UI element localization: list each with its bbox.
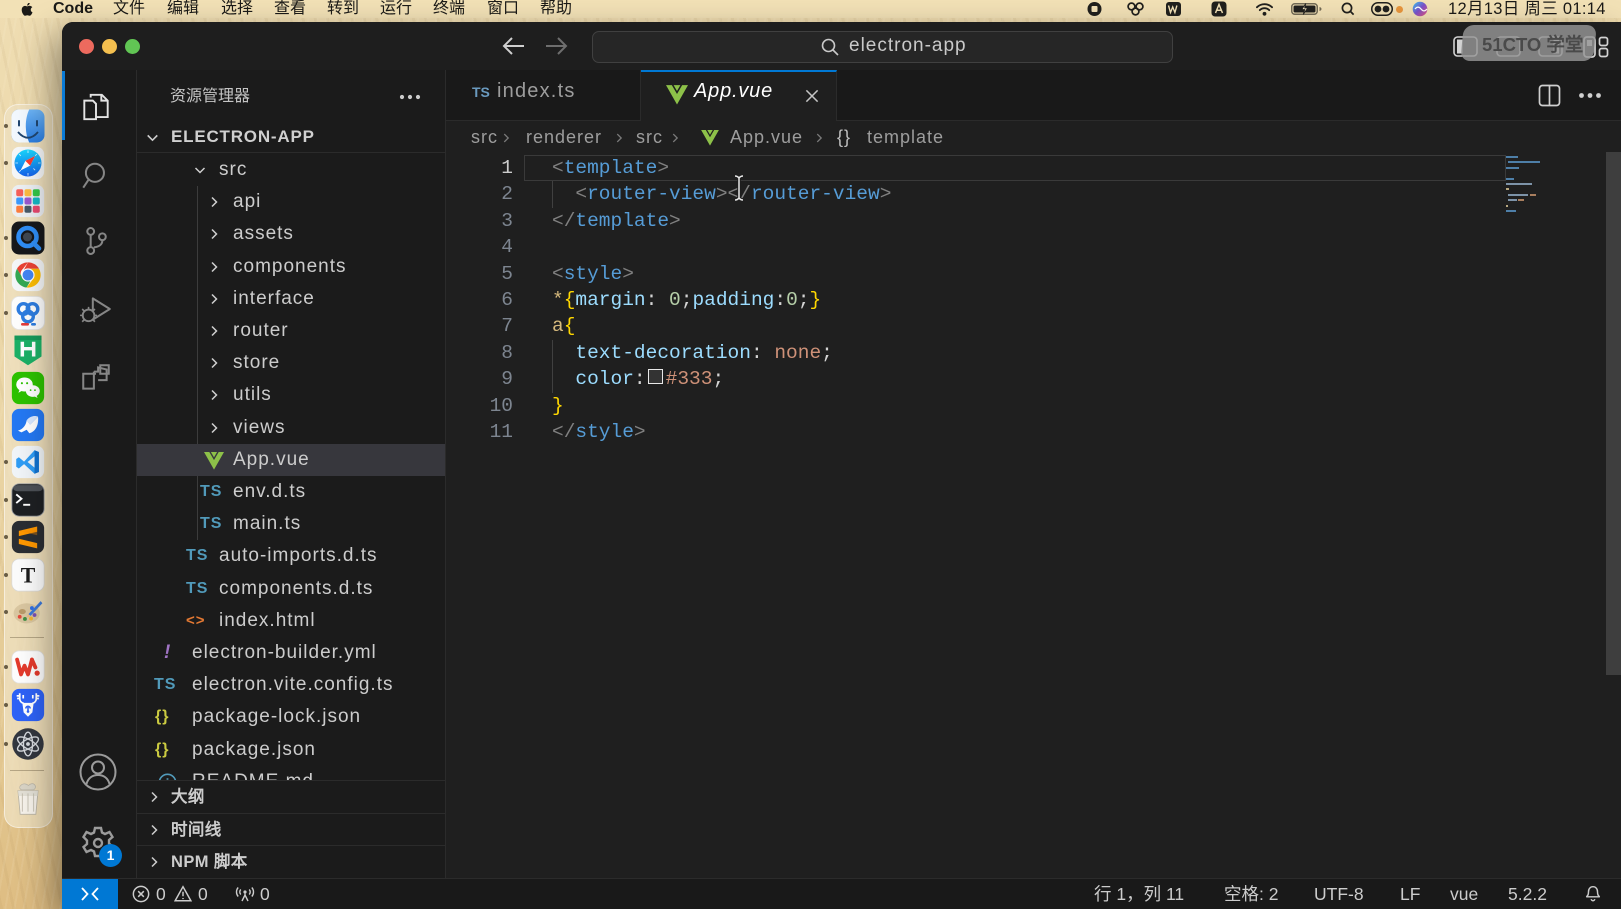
- svg-text:T: T: [21, 563, 36, 587]
